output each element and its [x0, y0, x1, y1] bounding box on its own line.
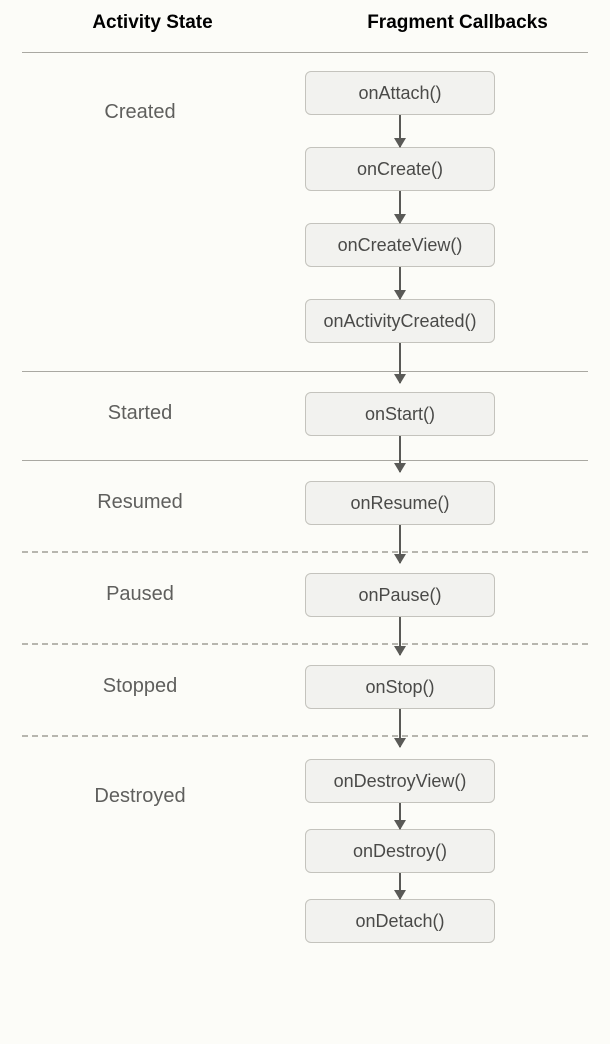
section-created: Created onAttach() onCreate() onCreateVi… — [0, 53, 610, 371]
arrow-icon — [399, 191, 401, 223]
state-label-paused: Paused — [0, 583, 280, 606]
callback-ondestroyview: onDestroyView() — [305, 759, 495, 803]
callbacks-col-started: onStart() — [300, 372, 500, 460]
callback-oncreate: onCreate() — [305, 147, 495, 191]
callback-onactivitycreated: onActivityCreated() — [305, 299, 495, 343]
callbacks-col-stopped: onStop() — [300, 645, 500, 735]
arrow-icon — [399, 803, 401, 829]
callback-ondestroy: onDestroy() — [305, 829, 495, 873]
callbacks-col-created: onAttach() onCreate() onCreateView() onA… — [300, 53, 500, 371]
state-label-resumed: Resumed — [0, 491, 280, 514]
arrow-icon — [399, 115, 401, 147]
section-resumed: Resumed onResume() — [0, 461, 610, 551]
callbacks-col-resumed: onResume() — [300, 461, 500, 551]
state-label-destroyed: Destroyed — [0, 785, 280, 808]
header-row: Activity State Fragment Callbacks — [0, 0, 610, 52]
callbacks-col-paused: onPause() — [300, 553, 500, 643]
callback-onresume: onResume() — [305, 481, 495, 525]
section-stopped: Stopped onStop() — [0, 645, 610, 735]
callback-onstart: onStart() — [305, 392, 495, 436]
callback-ondetach: onDetach() — [305, 899, 495, 943]
arrow-icon — [399, 267, 401, 299]
arrow-icon — [399, 873, 401, 899]
section-paused: Paused onPause() — [0, 553, 610, 643]
callback-onpause: onPause() — [305, 573, 495, 617]
header-activity-state: Activity State — [0, 12, 305, 34]
header-fragment-callbacks: Fragment Callbacks — [305, 12, 610, 34]
state-label-stopped: Stopped — [0, 675, 280, 698]
callbacks-col-destroyed: onDestroyView() onDestroy() onDetach() — [300, 737, 500, 943]
section-started: Started onStart() — [0, 372, 610, 460]
callback-onattach: onAttach() — [305, 71, 495, 115]
callback-onstop: onStop() — [305, 665, 495, 709]
callback-oncreateview: onCreateView() — [305, 223, 495, 267]
section-destroyed: Destroyed onDestroyView() onDestroy() on… — [0, 737, 610, 943]
state-label-started: Started — [0, 402, 280, 425]
state-label-created: Created — [0, 101, 280, 124]
